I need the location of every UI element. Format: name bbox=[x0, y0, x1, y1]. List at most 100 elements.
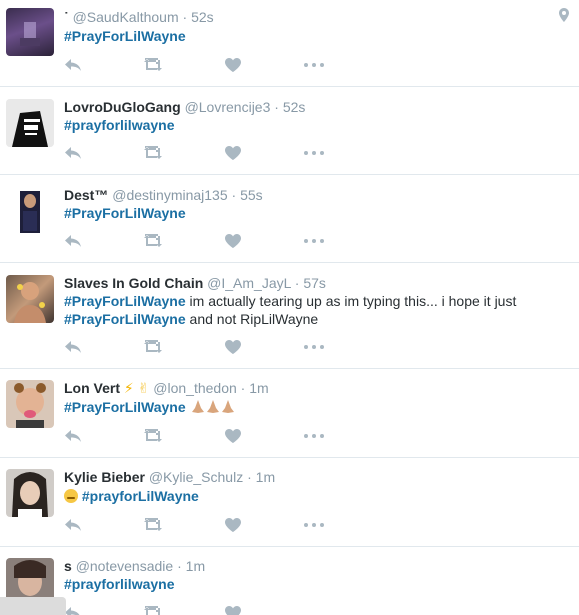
more-icon[interactable] bbox=[304, 145, 324, 161]
user-handle[interactable]: @Lovrencije3 bbox=[185, 99, 271, 115]
avatar[interactable] bbox=[6, 469, 54, 517]
pensive-face-emoji-icon bbox=[64, 489, 78, 503]
display-name[interactable]: Lon Vert bbox=[64, 380, 120, 396]
separator: · bbox=[294, 275, 300, 291]
tweet-actions bbox=[64, 428, 324, 444]
retweet-icon[interactable] bbox=[143, 145, 163, 161]
tweet-actions bbox=[64, 233, 324, 249]
tweet-text: #prayforlilwayne bbox=[64, 116, 569, 134]
tweet-header: s @notevensadie · 1m bbox=[64, 557, 205, 575]
heart-icon[interactable] bbox=[225, 145, 241, 161]
timestamp[interactable]: 55s bbox=[240, 187, 263, 203]
praying-hands-emoji-icon bbox=[221, 400, 234, 413]
tweet[interactable]: Lon Vert ⚡ ✌ @lon_thedon · 1m #PrayForLi… bbox=[0, 369, 579, 458]
display-name[interactable]: LovroDuGloGang bbox=[64, 99, 181, 115]
separator: · bbox=[231, 187, 237, 203]
display-name[interactable]: Slaves In Gold Chain bbox=[64, 275, 203, 291]
retweet-icon[interactable] bbox=[143, 57, 163, 73]
avatar[interactable] bbox=[6, 275, 54, 323]
tweet-text: #PrayForLilWayne im actually tearing up … bbox=[64, 292, 569, 328]
user-handle[interactable]: @lon_thedon bbox=[153, 380, 237, 396]
separator: · bbox=[182, 9, 188, 25]
separator: · bbox=[177, 558, 182, 574]
retweet-icon[interactable] bbox=[143, 517, 163, 533]
hashtag-link[interactable]: #PrayForLilWayne bbox=[64, 28, 186, 44]
display-name[interactable]: Kylie Bieber bbox=[64, 469, 145, 485]
tweet-text: #prayforlilwayne bbox=[64, 575, 569, 593]
praying-hands-emoji-icon bbox=[191, 400, 204, 413]
user-handle[interactable]: @destinyminaj135 bbox=[112, 187, 227, 203]
tweet-actions bbox=[64, 339, 324, 355]
user-handle[interactable]: @SaudKalthoum bbox=[73, 9, 179, 25]
display-name[interactable]: Dest™ bbox=[64, 187, 108, 203]
tweet-header: Kylie Bieber @Kylie_Schulz · 1m bbox=[64, 468, 275, 486]
hashtag-link[interactable]: #prayforLilWayne bbox=[82, 488, 199, 504]
more-icon[interactable] bbox=[304, 57, 324, 73]
user-handle[interactable]: @Kylie_Schulz bbox=[149, 469, 243, 485]
tweet-header: ˙ @SaudKalthoum · 52s bbox=[64, 9, 214, 25]
tweet-actions bbox=[64, 517, 324, 533]
hashtag-link[interactable]: #PrayForLilWayne bbox=[64, 205, 186, 221]
reply-icon[interactable] bbox=[64, 145, 82, 161]
timestamp[interactable]: 1m bbox=[186, 558, 205, 574]
tweet[interactable]: s @notevensadie · 1m #prayforlilwayne bbox=[0, 547, 579, 615]
reply-icon[interactable] bbox=[64, 517, 82, 533]
tweet[interactable]: Kylie Bieber @Kylie_Schulz · 1m #prayfor… bbox=[0, 458, 579, 547]
reply-icon[interactable] bbox=[64, 339, 82, 355]
more-icon[interactable] bbox=[304, 428, 324, 444]
hashtag-link[interactable]: #PrayForLilWayne bbox=[64, 293, 186, 309]
heart-icon[interactable] bbox=[225, 233, 241, 249]
hashtag-link[interactable]: #prayforlilwayne bbox=[64, 576, 175, 592]
retweet-icon[interactable] bbox=[143, 339, 163, 355]
retweet-icon[interactable] bbox=[143, 233, 163, 249]
tweet-header: LovroDuGloGang @Lovrencije3 · 52s bbox=[64, 98, 305, 116]
praying-hands-emoji-icon bbox=[206, 400, 219, 413]
timestamp[interactable]: 1m bbox=[249, 380, 268, 396]
display-name[interactable]: s bbox=[64, 558, 72, 574]
timestamp[interactable]: 1m bbox=[256, 469, 275, 485]
retweet-icon[interactable] bbox=[143, 428, 163, 444]
heart-icon[interactable] bbox=[225, 428, 241, 444]
reply-icon[interactable] bbox=[64, 57, 82, 73]
avatar[interactable] bbox=[6, 380, 54, 428]
tweet[interactable]: Dest™ @destinyminaj135 · 55s #PrayForLil… bbox=[0, 175, 579, 263]
tweet-header: Slaves In Gold Chain @I_Am_JayL · 57s bbox=[64, 274, 326, 292]
timestamp[interactable]: 52s bbox=[283, 99, 306, 115]
separator: · bbox=[247, 469, 252, 485]
tweet[interactable]: Slaves In Gold Chain @I_Am_JayL · 57s #P… bbox=[0, 263, 579, 369]
tweet[interactable]: LovroDuGloGang @Lovrencije3 · 52s #prayf… bbox=[0, 87, 579, 175]
more-icon[interactable] bbox=[304, 233, 324, 249]
avatar[interactable] bbox=[6, 8, 54, 56]
tweet-text: #prayforLilWayne bbox=[64, 487, 569, 505]
tweet-text-segment: and not RipLilWayne bbox=[185, 311, 319, 327]
victory-hand-emoji-icon: ✌ bbox=[137, 380, 150, 396]
location-pin-icon[interactable] bbox=[559, 8, 569, 27]
heart-icon[interactable] bbox=[225, 339, 241, 355]
reply-icon[interactable] bbox=[64, 233, 82, 249]
tweet-header: Lon Vert ⚡ ✌ @lon_thedon · 1m bbox=[64, 379, 269, 397]
tweet-actions bbox=[64, 145, 324, 161]
timestamp[interactable]: 52s bbox=[191, 9, 214, 25]
hashtag-link[interactable]: #prayforlilwayne bbox=[64, 117, 175, 133]
reply-icon[interactable] bbox=[64, 428, 82, 444]
lightning-emoji-icon: ⚡ bbox=[123, 380, 134, 396]
more-icon[interactable] bbox=[304, 339, 324, 355]
tweet-text: #PrayForLilWayne bbox=[64, 204, 569, 222]
avatar[interactable] bbox=[6, 99, 54, 147]
user-handle[interactable]: @notevensadie bbox=[76, 558, 174, 574]
hashtag-link[interactable]: #PrayForLilWayne bbox=[64, 399, 186, 415]
avatar[interactable] bbox=[6, 187, 54, 235]
tweet-text: #PrayForLilWayne bbox=[64, 398, 569, 416]
reply-icon[interactable] bbox=[64, 605, 82, 615]
horizontal-scrollbar[interactable] bbox=[0, 597, 66, 615]
more-icon[interactable] bbox=[304, 517, 324, 533]
hashtag-link[interactable]: #PrayForLilWayne bbox=[64, 311, 186, 327]
heart-icon[interactable] bbox=[225, 605, 241, 615]
timestamp[interactable]: 57s bbox=[303, 275, 326, 291]
tweet-text-segment: im actually tearing up as im typing this… bbox=[185, 293, 517, 309]
heart-icon[interactable] bbox=[225, 517, 241, 533]
heart-icon[interactable] bbox=[225, 57, 241, 73]
retweet-icon[interactable] bbox=[143, 605, 163, 615]
tweet[interactable]: ˙ @SaudKalthoum · 52s #PrayForLilWayne bbox=[0, 0, 579, 87]
user-handle[interactable]: @I_Am_JayL bbox=[207, 275, 291, 291]
